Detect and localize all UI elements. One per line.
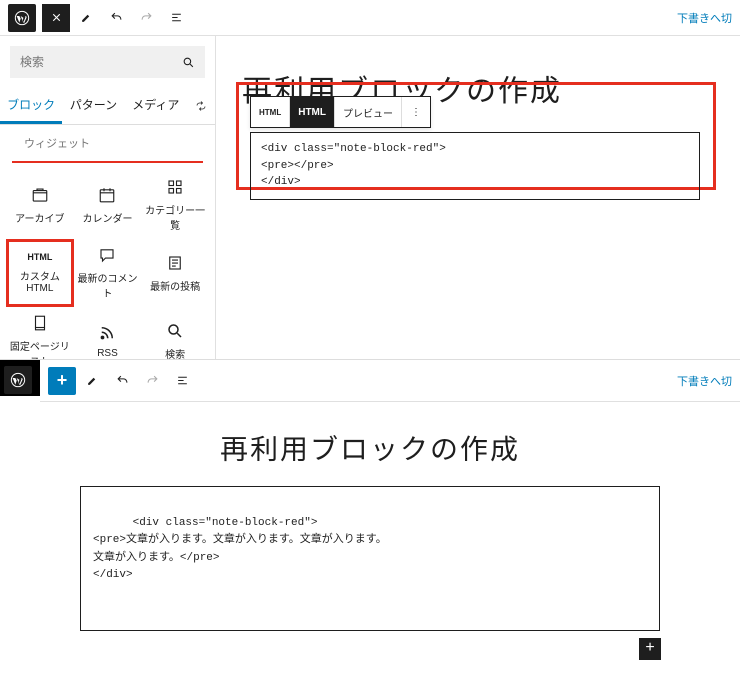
block-label: カレンダー bbox=[82, 210, 132, 225]
edit-icon[interactable] bbox=[72, 4, 100, 32]
redo-button bbox=[138, 367, 166, 395]
html-icon: HTML bbox=[27, 252, 52, 262]
comment-icon bbox=[98, 246, 116, 264]
posts-icon bbox=[166, 254, 184, 272]
search-field[interactable] bbox=[20, 55, 182, 69]
add-block-after-button[interactable]: + bbox=[639, 638, 661, 660]
tab-blocks[interactable]: ブロック bbox=[0, 88, 62, 124]
editor-canvas[interactable]: 再利用ブロックの作成 HTML HTML プレビュー ⋮ <div class=… bbox=[216, 36, 740, 359]
block-custom-html[interactable]: HTML カスタム HTML bbox=[6, 239, 74, 307]
block-label: 最新のコメント bbox=[74, 270, 142, 300]
block-latest-posts[interactable]: 最新の投稿 bbox=[141, 239, 209, 307]
tab-patterns[interactable]: パターン bbox=[62, 88, 124, 124]
calendar-icon bbox=[98, 186, 116, 204]
block-label: カテゴリー一覧 bbox=[141, 202, 209, 232]
editor-topbar: + 下書きへ切 bbox=[40, 360, 740, 402]
html-code-textarea[interactable]: <div class="note-block-red"> <pre>文章が入りま… bbox=[80, 486, 660, 631]
block-rss[interactable]: RSS bbox=[74, 307, 142, 359]
block-label: アーカイブ bbox=[15, 210, 64, 225]
block-type-indicator[interactable]: HTML bbox=[251, 97, 290, 127]
block-label: 固定ページリスト bbox=[6, 338, 74, 359]
block-archive[interactable]: アーカイブ bbox=[6, 171, 74, 239]
block-search[interactable]: 検索 bbox=[141, 307, 209, 359]
editor-canvas[interactable]: 再利用ブロックの作成 <div class="note-block-red"> … bbox=[0, 418, 740, 667]
close-inserter-button[interactable] bbox=[42, 4, 70, 32]
search-icon bbox=[166, 322, 184, 340]
block-page-list[interactable]: 固定ページリスト bbox=[6, 307, 74, 359]
preview-mode-button[interactable]: プレビュー bbox=[335, 97, 402, 127]
block-search-input[interactable] bbox=[10, 46, 205, 78]
block-label: 最新の投稿 bbox=[150, 278, 200, 293]
block-label: 検索 bbox=[165, 346, 185, 360]
undo-button[interactable] bbox=[108, 367, 136, 395]
tab-media[interactable]: メディア bbox=[125, 88, 187, 124]
block-calendar[interactable]: カレンダー bbox=[74, 171, 142, 239]
bottom-screenshot: + 下書きへ切 再利用ブロックの作成 <div class="note-bloc… bbox=[0, 360, 740, 687]
wordpress-logo[interactable] bbox=[4, 366, 32, 394]
html-code-textarea[interactable]: <div class="note-block-red"> <pre></pre>… bbox=[250, 132, 700, 200]
top-screenshot: 下書きへ切 ブロック パターン メディア ウィジェット bbox=[0, 0, 740, 360]
block-toolbar: HTML HTML プレビュー ⋮ bbox=[250, 96, 431, 128]
block-label: RSS bbox=[97, 348, 118, 359]
block-label: カスタム HTML bbox=[9, 268, 71, 294]
html-mode-button[interactable]: HTML bbox=[290, 97, 335, 127]
wordpress-logo[interactable] bbox=[8, 4, 36, 32]
block-options-button[interactable]: ⋮ bbox=[402, 97, 430, 127]
document-outline-button[interactable] bbox=[162, 4, 190, 32]
block-inserter-sidebar: ブロック パターン メディア ウィジェット アーカイブ カレンダー カテゴリー一… bbox=[0, 36, 216, 359]
block-grid: アーカイブ カレンダー カテゴリー一覧 HTML カスタム HTML 最新のコメン… bbox=[0, 171, 215, 359]
category-label-widgets: ウィジェット bbox=[12, 125, 203, 163]
pages-icon bbox=[31, 314, 49, 332]
tab-reusable-icon[interactable] bbox=[187, 88, 215, 124]
inserter-tabs: ブロック パターン メディア bbox=[0, 88, 215, 125]
code-content: <div class="note-block-red"> <pre>文章が入りま… bbox=[93, 517, 387, 582]
rss-icon bbox=[98, 324, 116, 342]
save-draft-link[interactable]: 下書きへ切 bbox=[677, 373, 732, 389]
search-icon bbox=[182, 56, 195, 69]
undo-button[interactable] bbox=[102, 4, 130, 32]
redo-button bbox=[132, 4, 160, 32]
add-block-button[interactable]: + bbox=[48, 367, 76, 395]
block-latest-comments[interactable]: 最新のコメント bbox=[74, 239, 142, 307]
block-categories[interactable]: カテゴリー一覧 bbox=[141, 171, 209, 239]
grid-icon bbox=[166, 178, 184, 196]
edit-icon[interactable] bbox=[78, 367, 106, 395]
archive-icon bbox=[31, 186, 49, 204]
save-draft-link[interactable]: 下書きへ切 bbox=[677, 10, 732, 26]
post-title[interactable]: 再利用ブロックの作成 bbox=[80, 428, 660, 468]
editor-topbar: 下書きへ切 bbox=[0, 0, 740, 36]
document-outline-button[interactable] bbox=[168, 367, 196, 395]
